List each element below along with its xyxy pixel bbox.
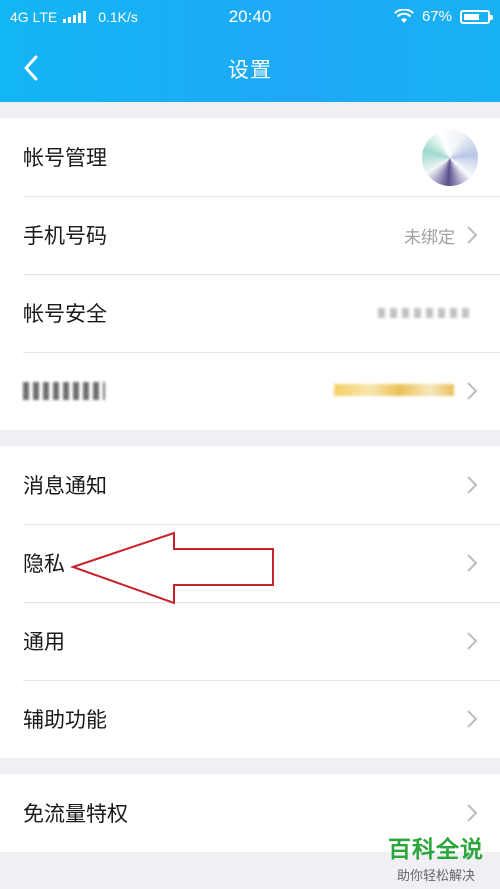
watermark-logo: 百科全说 助你轻松解决 xyxy=(388,830,484,884)
watermark-title: 百科全说 xyxy=(388,837,484,863)
annotation-arrow xyxy=(69,531,274,605)
watermark-subtitle: 助你轻松解决 xyxy=(396,869,475,884)
